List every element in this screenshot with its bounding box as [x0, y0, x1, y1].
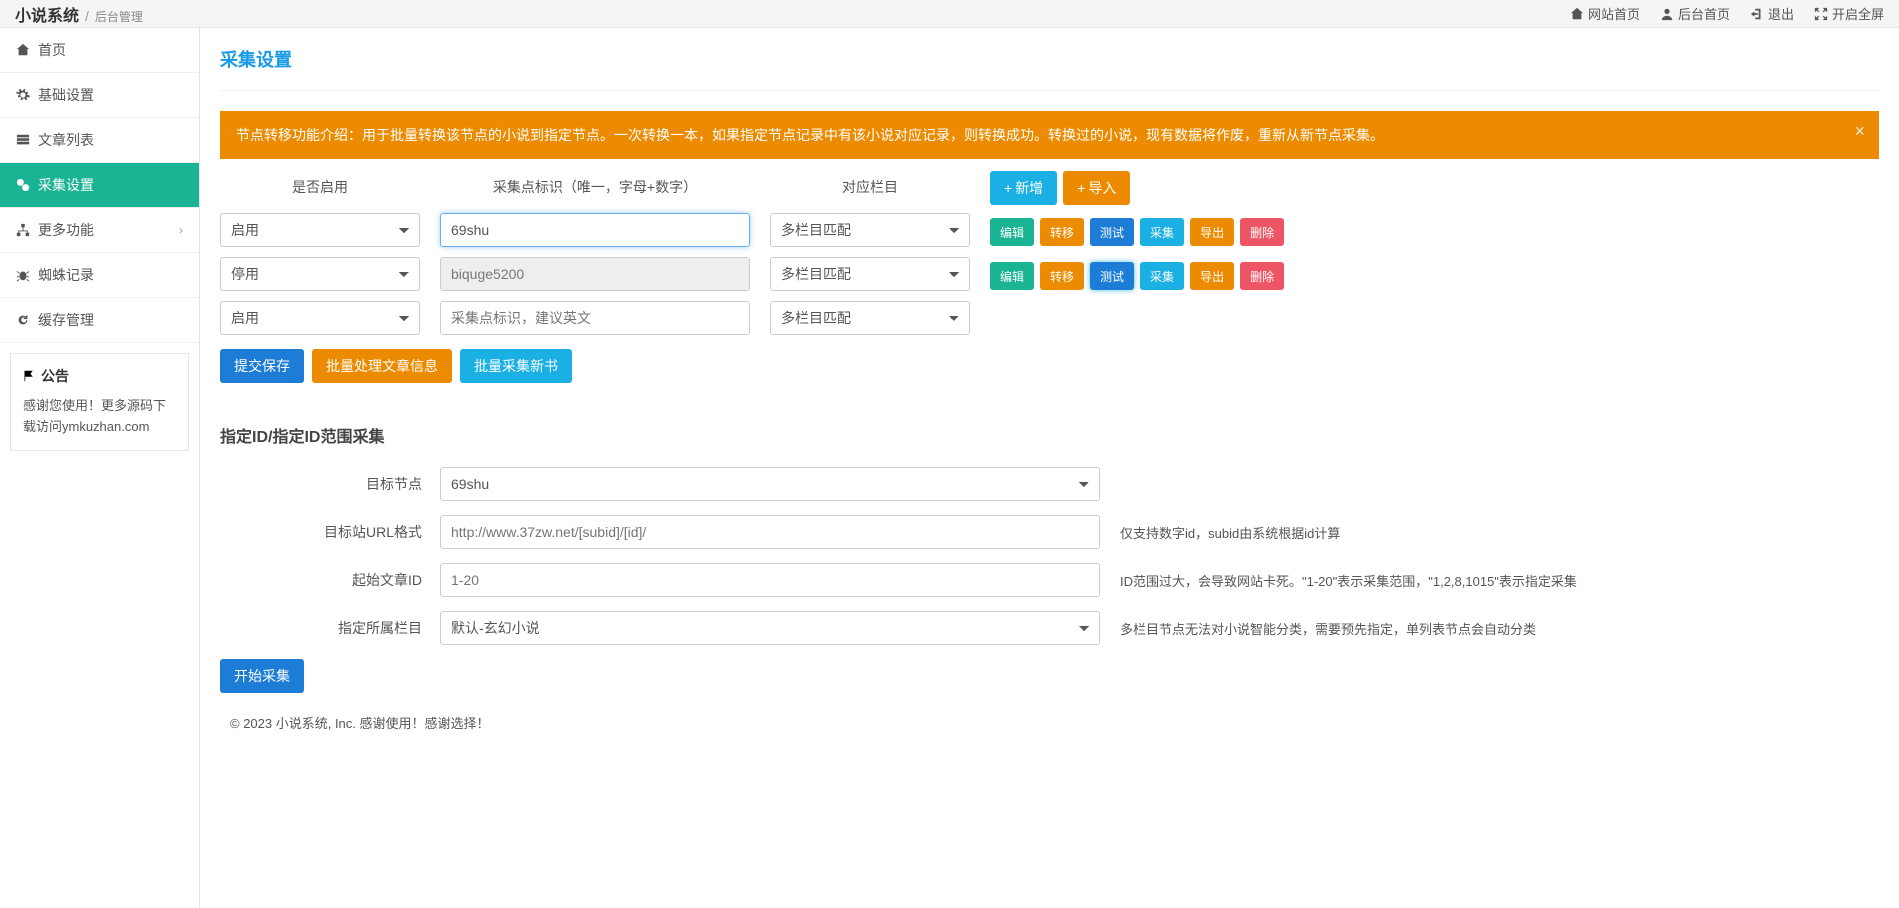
export-button-row2[interactable]: 导出 [1190, 262, 1234, 290]
category-select-row1[interactable]: 多栏目匹配 [770, 213, 970, 247]
link-logout[interactable]: 退出 [1750, 4, 1794, 23]
footer: © 2023 小说系统, Inc. 感谢使用！感谢选择！ [220, 693, 1879, 752]
delete-button-row1[interactable]: 删除 [1240, 218, 1284, 246]
home-icon [1570, 7, 1584, 21]
transfer-button-row1[interactable]: 转移 [1040, 218, 1084, 246]
alert-banner: 节点转移功能介绍：用于批量转换该节点的小说到指定节点。一次转换一本，如果指定节点… [220, 111, 1879, 159]
topbar-links: 网站首页 后台首页 退出 开启全屏 [1570, 4, 1884, 23]
sidebar-item-basic-settings[interactable]: 基础设置 [0, 73, 199, 118]
test-button-row2[interactable]: 测试 [1090, 262, 1134, 290]
batch-info-button[interactable]: 批量处理文章信息 [312, 349, 452, 383]
ident-input-row3[interactable] [440, 301, 750, 335]
chevron-right-icon: › [179, 223, 183, 237]
link-site-home[interactable]: 网站首页 [1570, 4, 1640, 23]
url-label: 目标站URL格式 [220, 522, 440, 542]
gears-icon [16, 178, 30, 192]
plus-icon: + [1077, 180, 1085, 196]
link-admin-home[interactable]: 后台首页 [1660, 4, 1730, 23]
start-collect-button[interactable]: 开始采集 [220, 659, 304, 693]
transfer-button-row2[interactable]: 转移 [1040, 262, 1084, 290]
enable-select-row3[interactable]: 启用 [220, 301, 420, 335]
notice-title: 公告 [23, 366, 176, 386]
enable-select-row2[interactable]: 停用 [220, 257, 420, 291]
gear-icon [16, 88, 30, 102]
brand-subtitle: 后台管理 [95, 8, 143, 25]
edit-button-row2[interactable]: 编辑 [990, 262, 1034, 290]
export-button-row1[interactable]: 导出 [1190, 218, 1234, 246]
grid-submit-row: 提交保存 批量处理文章信息 批量采集新书 [220, 349, 1879, 383]
header-ident: 采集点标识（唯一，字母+数字） [440, 171, 750, 203]
sidebar-item-article-list[interactable]: 文章列表 [0, 118, 199, 163]
header-enable: 是否启用 [220, 171, 420, 203]
target-select[interactable]: 69shu [440, 467, 1100, 501]
category-select-row3[interactable]: 多栏目匹配 [770, 301, 970, 335]
sidebar-item-collect-settings[interactable]: 采集设置 [0, 163, 199, 208]
notice-text: 感谢您使用！更多源码下载访问ymkuzhan.com [23, 396, 176, 438]
alert-close-button[interactable]: × [1854, 121, 1865, 142]
url-input[interactable] [440, 515, 1100, 549]
edit-button-row1[interactable]: 编辑 [990, 218, 1034, 246]
brand-area: 小说系统 / 后台管理 [15, 2, 143, 26]
enable-select-row1[interactable]: 启用 [220, 213, 420, 247]
batch-collect-button[interactable]: 批量采集新书 [460, 349, 572, 383]
main-content: 采集设置 节点转移功能介绍：用于批量转换该节点的小说到指定节点。一次转换一本，如… [200, 28, 1899, 908]
brand-title: 小说系统 [15, 2, 79, 26]
bug-icon [16, 268, 30, 282]
cat-label: 指定所属栏目 [220, 618, 440, 638]
delete-button-row2[interactable]: 删除 [1240, 262, 1284, 290]
plus-icon: + [1004, 180, 1012, 196]
ident-input-row2[interactable] [440, 257, 750, 291]
import-button[interactable]: +导入 [1063, 171, 1130, 205]
sidebar-item-home[interactable]: 首页 [0, 28, 199, 73]
sidebar-item-more[interactable]: 更多功能› [0, 208, 199, 253]
ident-input-row1[interactable] [440, 213, 750, 247]
sitemap-icon [16, 223, 30, 237]
home-icon [16, 43, 30, 57]
add-button[interactable]: +新增 [990, 171, 1057, 205]
user-icon [1660, 7, 1674, 21]
sidebar-item-spider-log[interactable]: 蜘蛛记录 [0, 253, 199, 298]
refresh-icon [16, 313, 30, 327]
table-icon [16, 133, 30, 147]
target-label: 目标节点 [220, 474, 440, 494]
start-label: 起始文章ID [220, 570, 440, 590]
sidebar-item-cache[interactable]: 缓存管理 [0, 298, 199, 343]
collect-button-row1[interactable]: 采集 [1140, 218, 1184, 246]
flag-icon [23, 370, 35, 382]
collect-grid: 是否启用 启用 停用 启用 采集点标识（唯一，字母+数字） 对应栏目 多栏目匹配… [220, 171, 1879, 337]
collect-button-row2[interactable]: 采集 [1140, 262, 1184, 290]
save-button[interactable]: 提交保存 [220, 349, 304, 383]
topbar: 小说系统 / 后台管理 网站首页 后台首页 退出 开启全屏 [0, 0, 1899, 28]
header-category: 对应栏目 [770, 171, 970, 203]
start-input[interactable] [440, 563, 1100, 597]
start-help: ID范围过大，会导致网站卡死。"1-20"表示采集范围，"1,2,8,1015"… [1120, 571, 1879, 590]
sidebar: 首页 基础设置 文章列表 采集设置 更多功能› 蜘蛛记录 缓存管理 公告 感谢您… [0, 28, 200, 908]
logout-icon [1750, 7, 1764, 21]
link-fullscreen[interactable]: 开启全屏 [1814, 4, 1884, 23]
fullscreen-icon [1814, 7, 1828, 21]
notice-box: 公告 感谢您使用！更多源码下载访问ymkuzhan.com [10, 353, 189, 451]
page-title: 采集设置 [220, 28, 1879, 91]
test-button-row1[interactable]: 测试 [1090, 218, 1134, 246]
category-select-row2[interactable]: 多栏目匹配 [770, 257, 970, 291]
alert-text: 节点转移功能介绍：用于批量转换该节点的小说到指定节点。一次转换一本，如果指定节点… [236, 127, 1384, 143]
url-help: 仅支持数字id，subid由系统根据id计算 [1120, 523, 1879, 542]
cat-help: 多栏目节点无法对小说智能分类，需要预先指定，单列表节点会自动分类 [1120, 619, 1879, 638]
cat-select[interactable]: 默认-玄幻小说 [440, 611, 1100, 645]
id-section-title: 指定ID/指定ID范围采集 [220, 423, 1879, 447]
